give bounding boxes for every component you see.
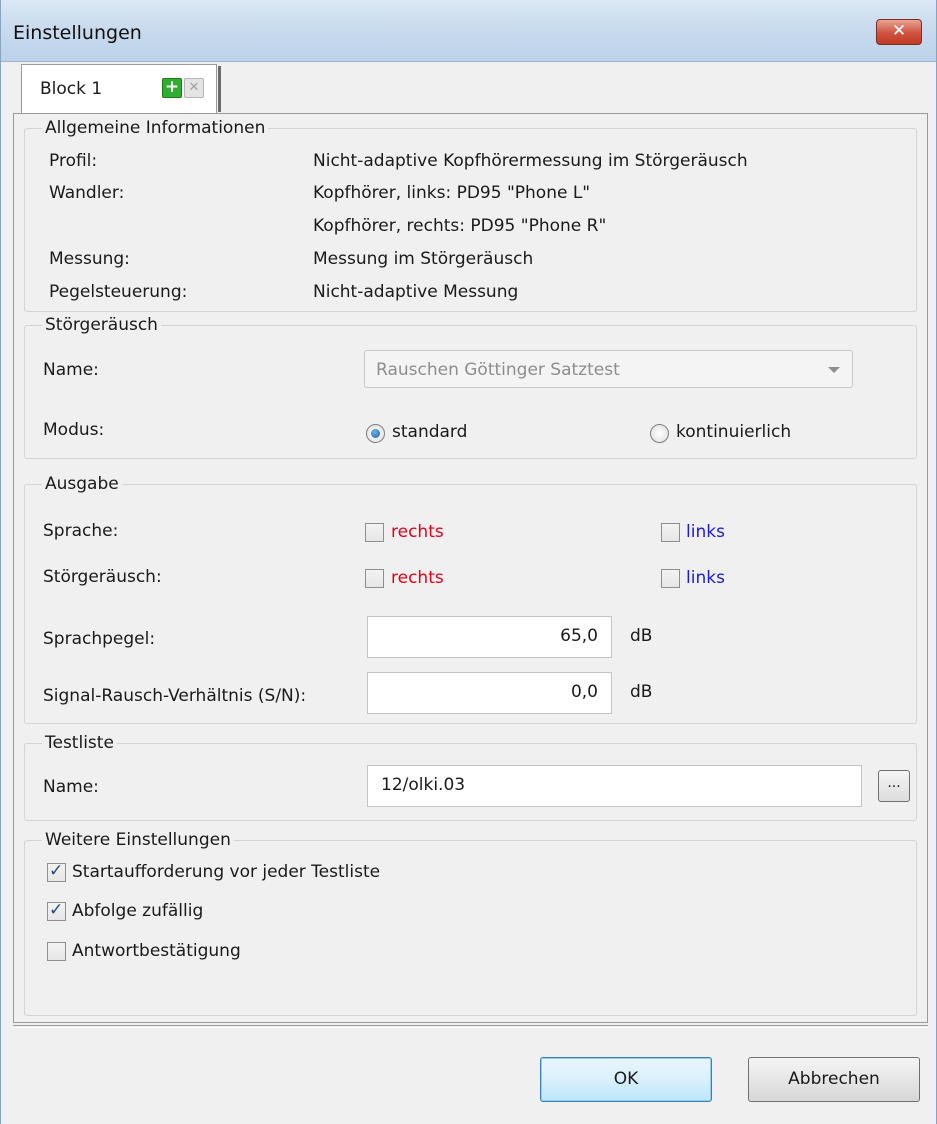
speech-right-checkbox[interactable] bbox=[365, 523, 384, 542]
answer-confirmation-checkbox[interactable] bbox=[47, 942, 66, 961]
messung-value: Messung im Störgeräusch bbox=[313, 249, 534, 269]
browse-button[interactable]: ... bbox=[878, 770, 910, 802]
ok-button[interactable]: OK bbox=[540, 1057, 712, 1102]
answer-confirmation-label[interactable]: Antwortbestätigung bbox=[72, 941, 241, 961]
mode-continuous-label[interactable]: kontinuierlich bbox=[676, 422, 791, 442]
speech-left-checkbox[interactable] bbox=[661, 523, 680, 542]
title-bar: Einstellungen ✕ bbox=[1, 0, 936, 62]
tab-block-1[interactable]: Block 1 + ✕ bbox=[21, 64, 217, 114]
window-title: Einstellungen bbox=[13, 22, 142, 44]
tab-strip: Block 1 + ✕ bbox=[13, 64, 918, 114]
output-group: Ausgabe Sprache: rechts links Störgeräus… bbox=[24, 474, 917, 724]
further-settings-group: Weitere Einstellungen ✓ Startaufforderun… bbox=[24, 830, 917, 1016]
speech-left-label[interactable]: links bbox=[686, 522, 725, 542]
remove-tab-icon[interactable]: ✕ bbox=[184, 78, 204, 98]
group-title: Testliste bbox=[42, 733, 117, 753]
checkmark-icon: ✓ bbox=[49, 861, 64, 881]
random-order-checkbox[interactable]: ✓ bbox=[47, 900, 66, 921]
add-tab-icon[interactable]: + bbox=[162, 78, 182, 98]
group-title: Ausgabe bbox=[42, 474, 122, 494]
noise-right-label[interactable]: rechts bbox=[391, 568, 444, 588]
speech-label: Sprache: bbox=[43, 521, 119, 541]
settings-dialog: Einstellungen ✕ Block 1 + ✕ Allgemeine I… bbox=[0, 0, 937, 1124]
noise-name-label: Name: bbox=[43, 360, 99, 380]
tab-label: Block 1 bbox=[40, 79, 103, 99]
speech-level-unit: dB bbox=[630, 626, 653, 646]
testlist-name-input[interactable]: 12/olki.03 bbox=[367, 765, 862, 807]
snr-input[interactable]: 0,0 bbox=[367, 672, 612, 714]
noise-left-label[interactable]: links bbox=[686, 568, 725, 588]
cancel-button[interactable]: Abbrechen bbox=[748, 1057, 920, 1102]
profil-label: Profil: bbox=[49, 151, 98, 171]
mode-continuous-radio[interactable] bbox=[650, 424, 669, 443]
tab-separator bbox=[218, 66, 221, 112]
messung-label: Messung: bbox=[49, 249, 130, 269]
modus-label: Modus: bbox=[43, 420, 105, 440]
close-button[interactable]: ✕ bbox=[876, 19, 922, 45]
profil-value: Nicht-adaptive Kopfhörermessung im Störg… bbox=[313, 151, 748, 171]
group-title: Weitere Einstellungen bbox=[42, 830, 234, 850]
testlist-group: Testliste Name: 12/olki.03 ... bbox=[24, 733, 917, 821]
noise-select-value: Rauschen Göttinger Satztest bbox=[376, 360, 620, 380]
noise-select[interactable]: Rauschen Göttinger Satztest bbox=[364, 350, 853, 388]
noise-output-label: Störgeräusch: bbox=[43, 567, 162, 587]
group-title: Störgeräusch bbox=[42, 315, 161, 335]
mode-standard-radio[interactable] bbox=[366, 424, 385, 443]
wandler-value-right: Kopfhörer, rechts: PD95 "Phone R" bbox=[313, 216, 607, 236]
wandler-label: Wandler: bbox=[49, 183, 125, 203]
speech-level-label: Sprachpegel: bbox=[43, 629, 156, 649]
footer-separator bbox=[13, 1025, 928, 1028]
tab-panel: Allgemeine Informationen Profil: Nicht-a… bbox=[13, 113, 928, 1023]
group-title: Allgemeine Informationen bbox=[42, 118, 269, 138]
start-prompt-checkbox[interactable]: ✓ bbox=[47, 861, 66, 882]
radio-selected-dot bbox=[371, 429, 380, 438]
chevron-down-icon bbox=[828, 367, 840, 373]
start-prompt-label[interactable]: Startaufforderung vor jeder Testliste bbox=[72, 862, 380, 882]
noise-right-checkbox[interactable] bbox=[365, 569, 384, 588]
speech-level-input[interactable]: 65,0 bbox=[367, 616, 612, 658]
noise-group: Störgeräusch Name: Rauschen Göttinger Sa… bbox=[24, 315, 917, 459]
snr-unit: dB bbox=[630, 682, 653, 702]
pegel-value: Nicht-adaptive Messung bbox=[313, 282, 519, 302]
wandler-value-left: Kopfhörer, links: PD95 "Phone L" bbox=[313, 183, 591, 203]
general-info-group: Allgemeine Informationen Profil: Nicht-a… bbox=[24, 118, 917, 312]
noise-left-checkbox[interactable] bbox=[661, 569, 680, 588]
mode-standard-label[interactable]: standard bbox=[392, 422, 467, 442]
pegel-label: Pegelsteuerung: bbox=[49, 282, 188, 302]
snr-label: Signal-Rausch-Verhältnis (S/N): bbox=[43, 686, 307, 706]
random-order-label[interactable]: Abfolge zufällig bbox=[72, 901, 203, 921]
speech-right-label[interactable]: rechts bbox=[391, 522, 444, 542]
checkmark-icon: ✓ bbox=[49, 900, 64, 920]
testlist-name-label: Name: bbox=[43, 777, 99, 797]
